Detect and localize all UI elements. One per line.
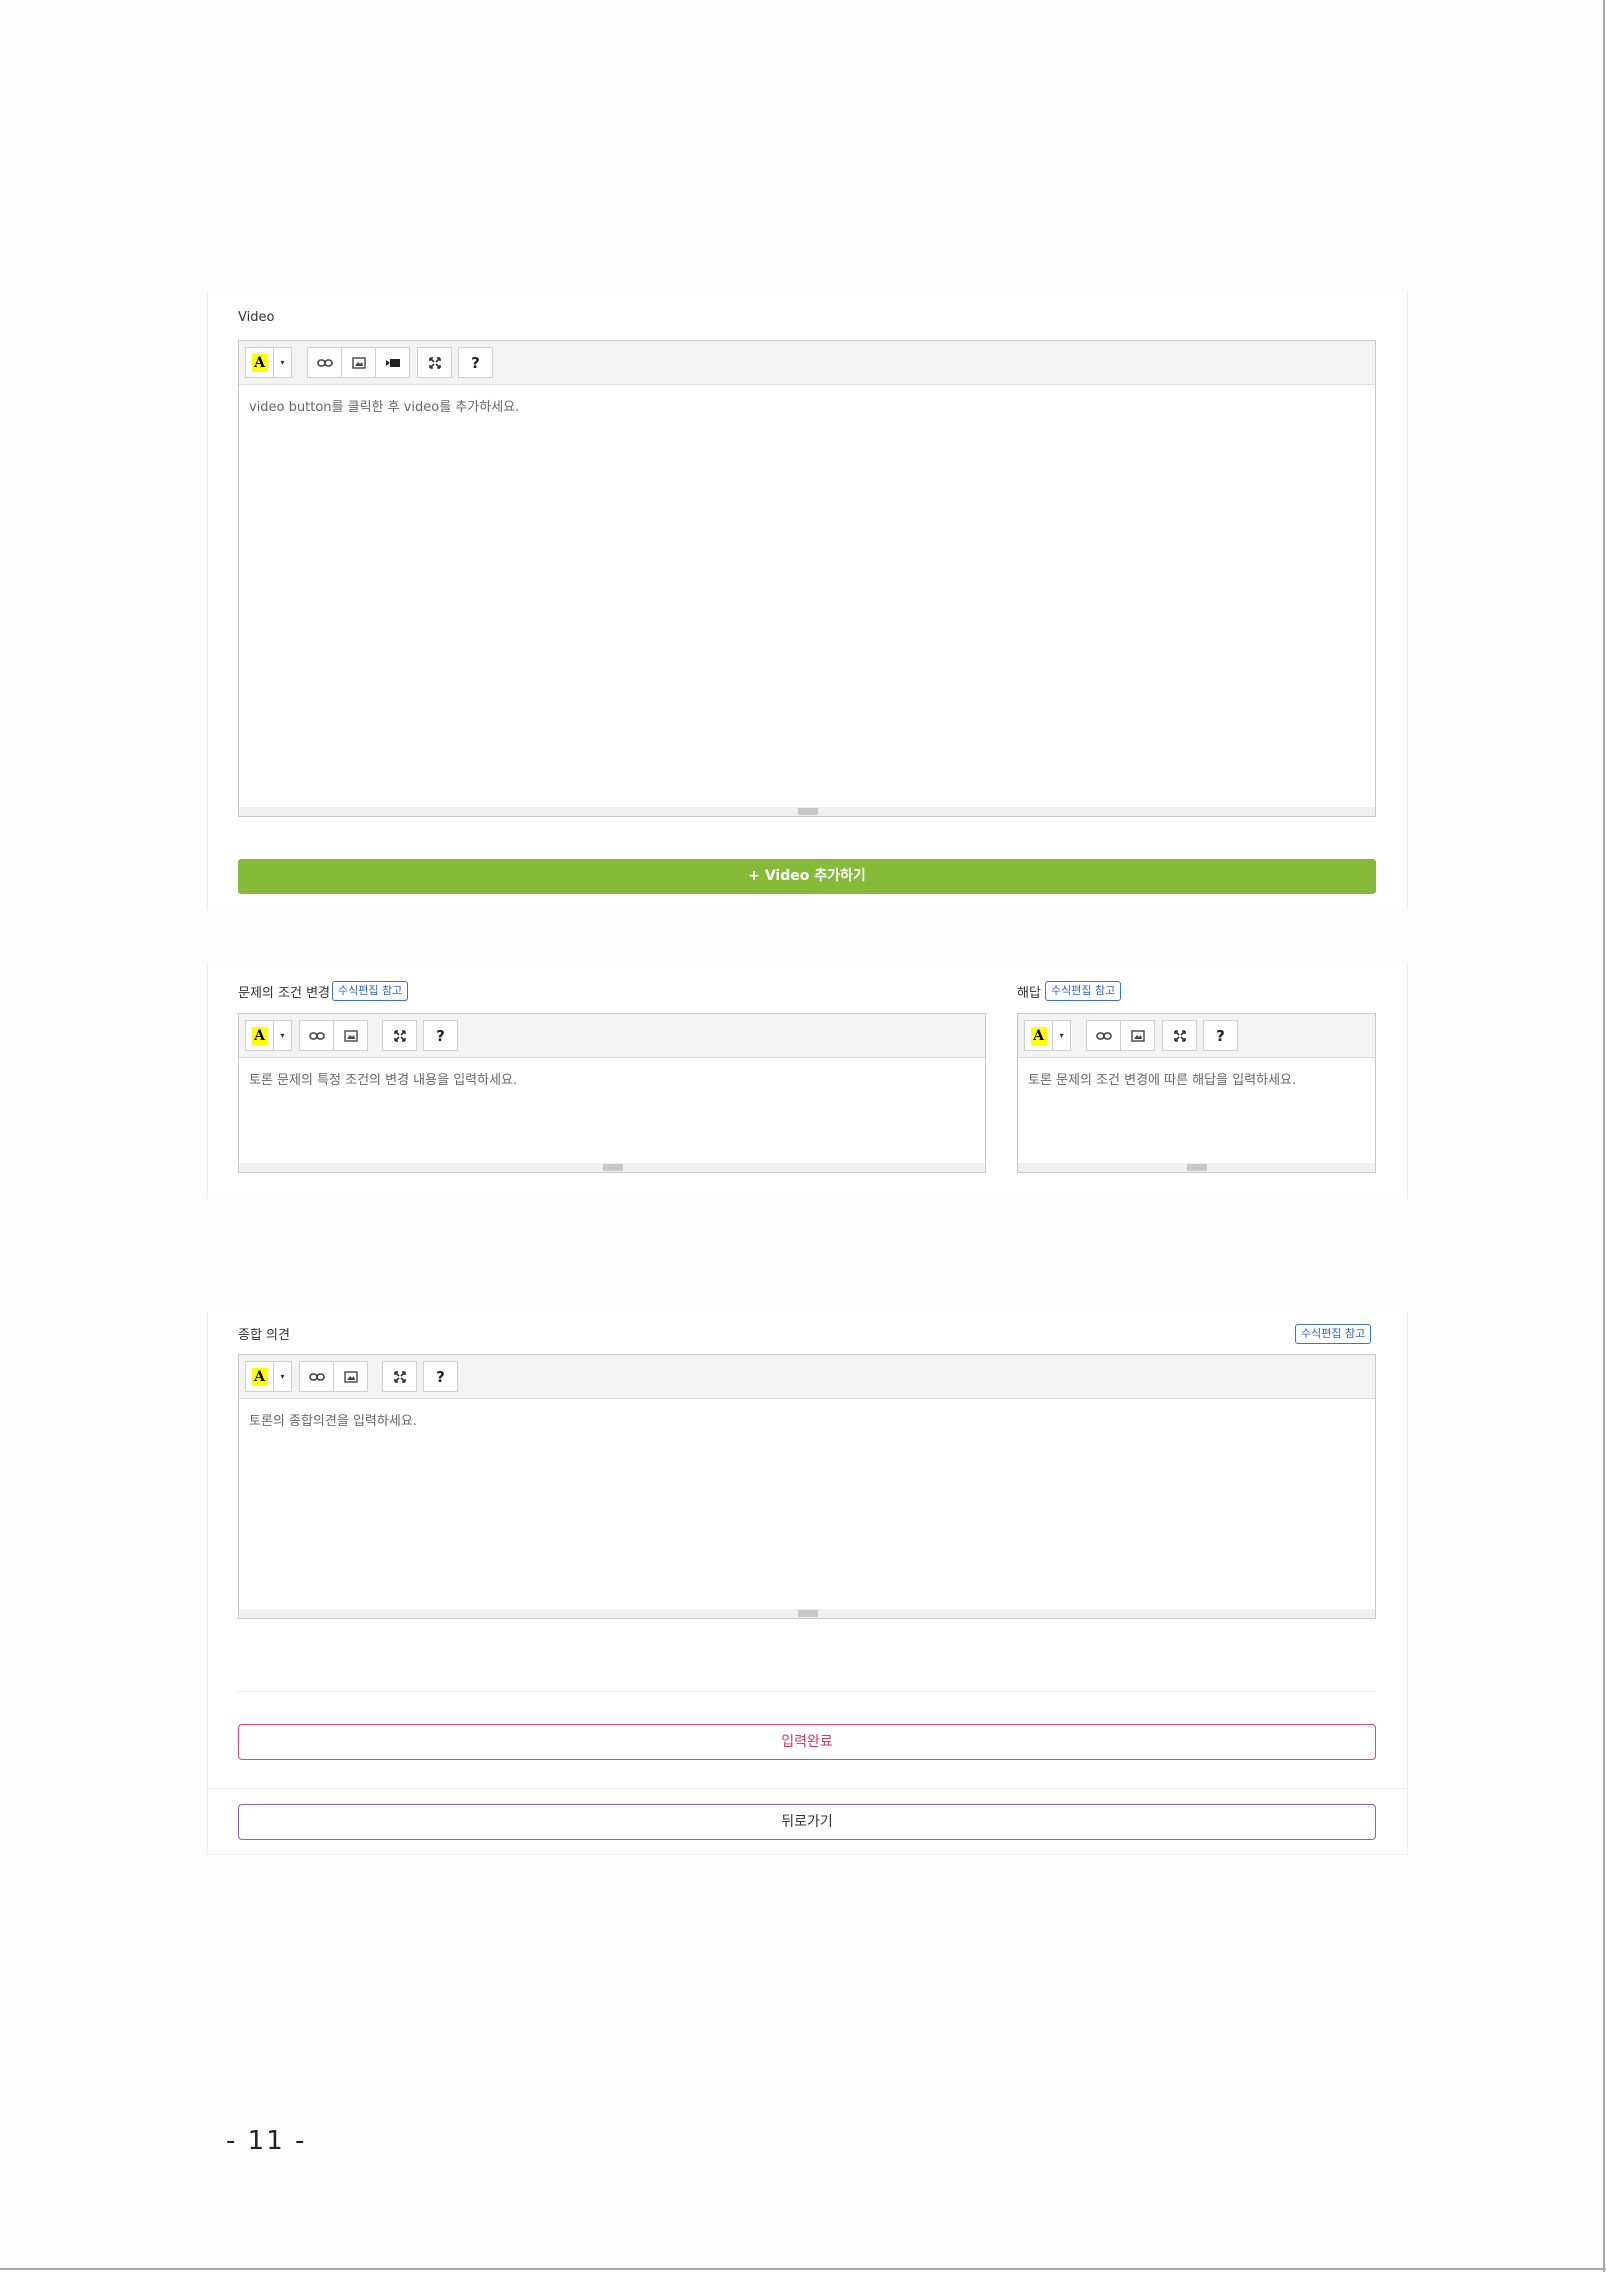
fullscreen-icon xyxy=(393,1370,406,1383)
video-editor-resizer[interactable] xyxy=(239,807,1375,816)
answer-label: 해답 xyxy=(1017,986,1041,1001)
resize-grip-icon xyxy=(1187,1164,1207,1171)
chevron-down-icon: ▾ xyxy=(280,1031,285,1040)
submit-button[interactable]: 입력완료 xyxy=(238,1724,1376,1760)
page-number: - 11 - xyxy=(226,2126,307,2156)
font-color-dropdown[interactable]: ▾ xyxy=(1052,1020,1071,1051)
help-icon: ? xyxy=(436,1367,445,1386)
answer-editor-toolbar: A ▾ ? xyxy=(1018,1014,1375,1058)
font-color-dropdown[interactable]: ▾ xyxy=(273,347,292,378)
image-icon xyxy=(351,356,366,369)
link-icon xyxy=(308,1372,325,1381)
font-color-dropdown[interactable]: ▾ xyxy=(273,1361,292,1392)
link-icon xyxy=(1095,1031,1112,1040)
link-button[interactable] xyxy=(299,1020,334,1051)
video-button[interactable] xyxy=(375,347,410,378)
add-video-button[interactable]: + Video 추가하기 xyxy=(238,859,1376,894)
video-label: Video xyxy=(238,310,275,325)
condition-editor-content[interactable]: 토론 문제의 특정 조건의 변경 내용을 입력하세요. xyxy=(249,1069,975,1088)
fullscreen-icon xyxy=(1173,1029,1186,1042)
font-color-icon: A xyxy=(1030,1026,1047,1045)
condition-formula-ref-badge[interactable]: 수식편집 참고 xyxy=(332,981,409,1001)
resize-grip-icon xyxy=(603,1164,623,1171)
summary-editor-content[interactable]: 토론의 종합의견을 입력하세요. xyxy=(249,1410,1365,1429)
font-color-icon: A xyxy=(251,1026,268,1045)
font-color-button[interactable]: A xyxy=(245,1361,274,1392)
image-button[interactable] xyxy=(333,1361,368,1392)
image-button[interactable] xyxy=(1120,1020,1155,1051)
fullscreen-button[interactable] xyxy=(1162,1020,1197,1051)
font-color-button[interactable]: A xyxy=(245,1020,274,1051)
condition-editor: A ▾ ? 토론 문제의 특정 조건의 변경 내용을 입력하세요. xyxy=(238,1013,986,1173)
summary-formula-ref-badge[interactable]: 수식편집 참고 xyxy=(1295,1324,1372,1344)
summary-editor-toolbar: A ▾ ? xyxy=(239,1355,1375,1399)
link-icon xyxy=(308,1031,325,1040)
fullscreen-button[interactable] xyxy=(417,347,452,378)
back-button[interactable]: 뒤로가기 xyxy=(238,1804,1376,1840)
page-edge-right xyxy=(1603,0,1605,2272)
image-icon xyxy=(343,1370,358,1383)
fullscreen-icon xyxy=(393,1029,406,1042)
video-editor-content[interactable]: video button를 클릭한 후 video를 추가하세요. xyxy=(249,396,1365,415)
font-color-button[interactable]: A xyxy=(1024,1020,1053,1051)
condition-editor-toolbar: A ▾ ? xyxy=(239,1014,985,1058)
help-icon: ? xyxy=(1216,1026,1225,1045)
summary-editor: A ▾ ? 토론의 종합의견을 입력하세요. xyxy=(238,1354,1376,1619)
video-editor: A ▾ ? video button를 클릭한 후 video를 추가하세요. xyxy=(238,340,1376,817)
video-camera-icon xyxy=(385,358,400,367)
fullscreen-icon xyxy=(428,356,441,369)
summary-label: 종합 의견 xyxy=(238,1328,290,1343)
answer-editor-content[interactable]: 토론 문제의 조건 변경에 따른 해답을 입력하세요. xyxy=(1028,1069,1365,1088)
fullscreen-button[interactable] xyxy=(382,1020,417,1051)
page-edge-bottom xyxy=(0,2268,1606,2270)
link-button[interactable] xyxy=(299,1361,334,1392)
answer-editor-resizer[interactable] xyxy=(1018,1163,1375,1172)
help-button[interactable]: ? xyxy=(423,1020,458,1051)
answer-editor: A ▾ ? 토론 문제의 조건 변경에 따른 해답을 입력하세요. xyxy=(1017,1013,1376,1173)
image-button[interactable] xyxy=(341,347,376,378)
image-button[interactable] xyxy=(333,1020,368,1051)
summary-editor-resizer[interactable] xyxy=(239,1609,1375,1618)
video-editor-toolbar: A ▾ ? xyxy=(239,341,1375,385)
font-color-dropdown[interactable]: ▾ xyxy=(273,1020,292,1051)
help-button[interactable]: ? xyxy=(1203,1020,1238,1051)
chevron-down-icon: ▾ xyxy=(280,358,285,367)
resize-grip-icon xyxy=(798,808,818,815)
font-color-icon: A xyxy=(251,1367,268,1386)
link-button[interactable] xyxy=(1086,1020,1121,1051)
fullscreen-button[interactable] xyxy=(382,1361,417,1392)
chevron-down-icon: ▾ xyxy=(280,1372,285,1381)
link-button[interactable] xyxy=(307,347,342,378)
help-button[interactable]: ? xyxy=(423,1361,458,1392)
resize-grip-icon xyxy=(798,1610,818,1617)
link-icon xyxy=(316,358,333,367)
chevron-down-icon: ▾ xyxy=(1059,1031,1064,1040)
section-divider xyxy=(238,1691,1376,1692)
help-icon: ? xyxy=(471,353,480,372)
help-icon: ? xyxy=(436,1026,445,1045)
font-color-button[interactable]: A xyxy=(245,347,274,378)
answer-formula-ref-badge[interactable]: 수식편집 참고 xyxy=(1045,981,1122,1001)
image-icon xyxy=(1130,1029,1145,1042)
help-button[interactable]: ? xyxy=(458,347,493,378)
font-color-icon: A xyxy=(251,353,268,372)
condition-label: 문제의 조건 변경 xyxy=(238,986,330,1001)
condition-editor-resizer[interactable] xyxy=(239,1163,985,1172)
footer-divider xyxy=(207,1788,1408,1789)
image-icon xyxy=(343,1029,358,1042)
